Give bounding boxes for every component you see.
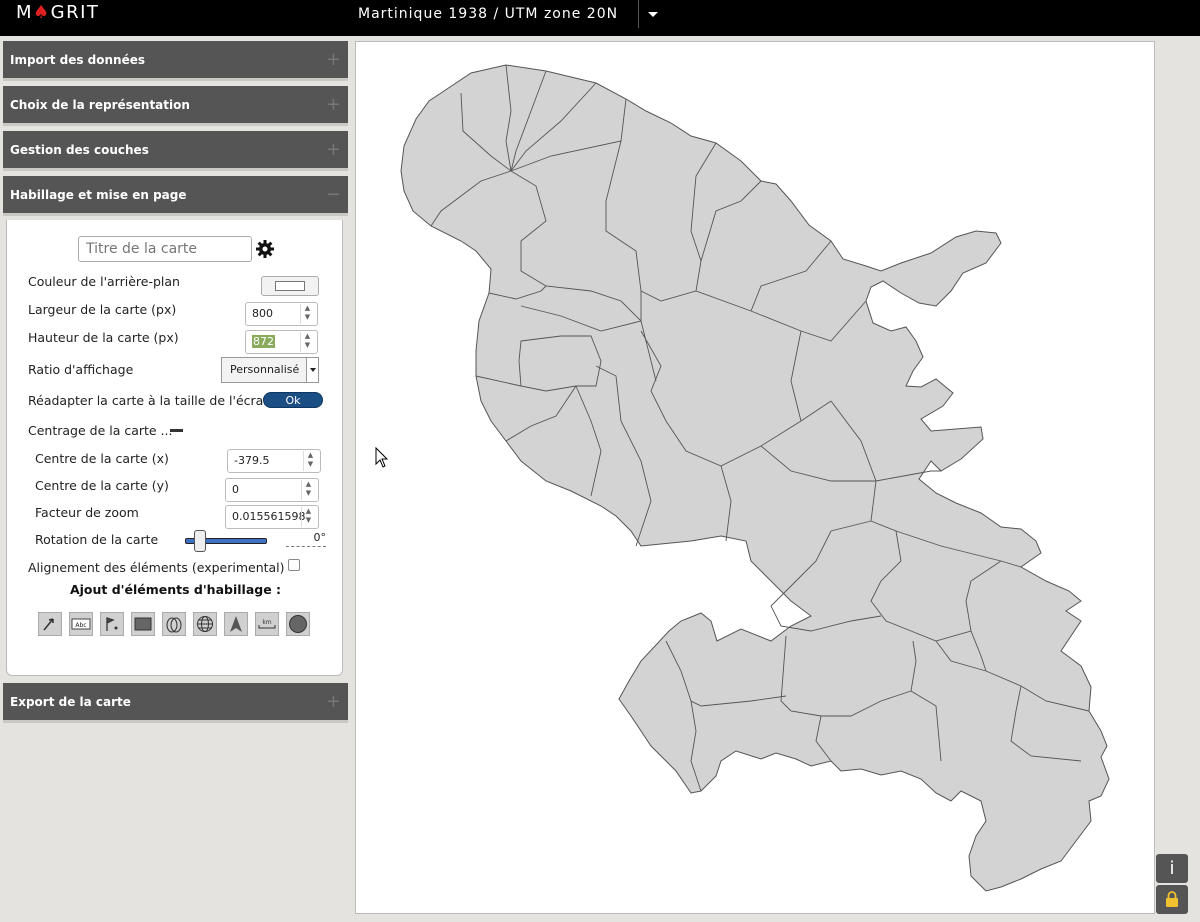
section-export-label: Export de la carte [10, 695, 131, 709]
height-value: 872 [252, 335, 275, 348]
center-x-label: Centre de la carte (x) [35, 451, 169, 466]
info-icon: i [1169, 858, 1175, 879]
chevron-down-icon[interactable] [648, 12, 658, 17]
height-label: Hauteur de la carte (px) [28, 330, 179, 345]
section-layout-header[interactable]: Habillage et mise en page − [3, 176, 348, 216]
center-y-stepper[interactable]: ▲ ▼ [301, 480, 315, 500]
martinique-map[interactable] [356, 42, 1156, 915]
map-canvas[interactable] [355, 41, 1155, 914]
projection-separator [638, 0, 639, 28]
center-x-input[interactable]: -379.5 ▲ ▼ [227, 449, 321, 473]
bg-color-button[interactable] [261, 276, 319, 296]
collapse-icon: − [325, 184, 341, 205]
rotation-value[interactable]: 0° [286, 531, 326, 547]
scale-bar-tool-button[interactable]: km [255, 612, 279, 636]
height-input[interactable]: 872 ▲ ▼ [245, 330, 318, 354]
symbol-tool-icon [106, 617, 118, 631]
section-layout-label: Habillage et mise en page [10, 188, 187, 202]
align-label: Alignement des éléments (experimental) [28, 560, 285, 575]
section-representation-header[interactable]: Choix de la représentation + [3, 86, 348, 126]
symbol-tool-button[interactable] [100, 612, 124, 636]
text-tool-button[interactable]: Abc [69, 612, 93, 636]
ratio-select[interactable]: Personnalisé [221, 357, 319, 383]
width-input[interactable]: 800 ▲ ▼ [245, 302, 318, 326]
height-stepper[interactable]: ▲ ▼ [300, 332, 314, 352]
graticule-tool-button[interactable] [193, 612, 217, 636]
arrow-tool-button[interactable] [38, 612, 62, 636]
scale-bar-tool-icon: km [258, 619, 276, 629]
center-x-stepper[interactable]: ▲ ▼ [303, 451, 317, 471]
circle-tool-icon [289, 615, 307, 633]
center-x-value: -379.5 [234, 454, 270, 467]
lock-icon [1166, 891, 1178, 907]
centering-label: Centrage de la carte ... [28, 423, 173, 438]
expand-icon: + [325, 691, 341, 712]
width-value: 800 [252, 307, 273, 320]
zoom-label: Facteur de zoom [35, 505, 139, 520]
resize-label: Réadapter la carte à la taille de l'écra… [28, 393, 272, 408]
zoom-value: 0.015561598 [232, 510, 306, 523]
section-layers-label: Gestion des couches [10, 143, 149, 157]
text-tool-icon: Abc [71, 618, 91, 630]
section-import-header[interactable]: Import des données + [3, 41, 348, 81]
rotation-slider-handle[interactable] [194, 530, 206, 552]
ellipse-tool-icon [166, 617, 182, 633]
zoom-input[interactable]: 0.015561598 ▲ ▼ [225, 505, 319, 529]
island-outline [400, 64, 1110, 892]
zoom-stepper[interactable]: ▲ ▼ [301, 507, 315, 527]
bg-color-label: Couleur de l'arrière-plan [28, 274, 180, 289]
top-bar: M♠GRIT Martinique 1938 / UTM zone 20N [0, 0, 1200, 36]
arrow-tool-icon [43, 618, 54, 631]
ratio-label: Ratio d'affichage [28, 362, 134, 377]
add-elements-title: Ajout d'éléments d'habillage : [69, 582, 282, 597]
circle-tool-button[interactable] [286, 612, 310, 636]
mouse-cursor-icon [375, 447, 389, 468]
rectangle-tool-icon [134, 617, 152, 631]
chevron-down-icon [306, 358, 318, 382]
rotation-label: Rotation de la carte [35, 532, 159, 547]
gear-icon[interactable] [255, 239, 275, 259]
collapse-icon[interactable] [170, 429, 183, 432]
section-representation-label: Choix de la représentation [10, 98, 190, 112]
expand-icon: + [325, 139, 341, 160]
lock-button[interactable] [1156, 885, 1188, 914]
svg-text:km: km [262, 619, 271, 626]
bg-color-swatch [275, 281, 305, 291]
center-y-input[interactable]: 0 ▲ ▼ [225, 478, 319, 502]
expand-icon: + [325, 94, 341, 115]
info-button[interactable]: i [1156, 854, 1188, 883]
svg-text:Abc: Abc [75, 622, 86, 629]
projection-selector[interactable]: Martinique 1938 / UTM zone 20N [358, 0, 618, 28]
rectangle-tool-button[interactable] [131, 612, 155, 636]
width-label: Largeur de la carte (px) [28, 302, 177, 317]
align-checkbox[interactable] [288, 559, 300, 571]
section-export-header[interactable]: Export de la carte + [3, 683, 348, 723]
section-import-label: Import des données [10, 53, 146, 67]
north-arrow-tool-button[interactable] [224, 612, 248, 636]
graticule-tool-icon [197, 616, 213, 632]
center-y-value: 0 [232, 483, 239, 496]
app-logo: M♠GRIT [16, 2, 100, 23]
ratio-value: Personnalisé [230, 363, 300, 376]
resize-ok-button[interactable]: Ok [263, 392, 323, 408]
center-y-label: Centre de la carte (y) [35, 478, 169, 493]
section-layers-header[interactable]: Gestion des couches + [3, 131, 348, 171]
width-stepper[interactable]: ▲ ▼ [300, 304, 314, 324]
map-title-input[interactable] [78, 236, 252, 262]
ellipse-tool-button[interactable] [162, 612, 186, 636]
layout-panel: Couleur de l'arrière-plan Largeur de la … [6, 220, 343, 676]
expand-icon: + [325, 49, 341, 70]
north-arrow-tool-icon [230, 616, 242, 632]
